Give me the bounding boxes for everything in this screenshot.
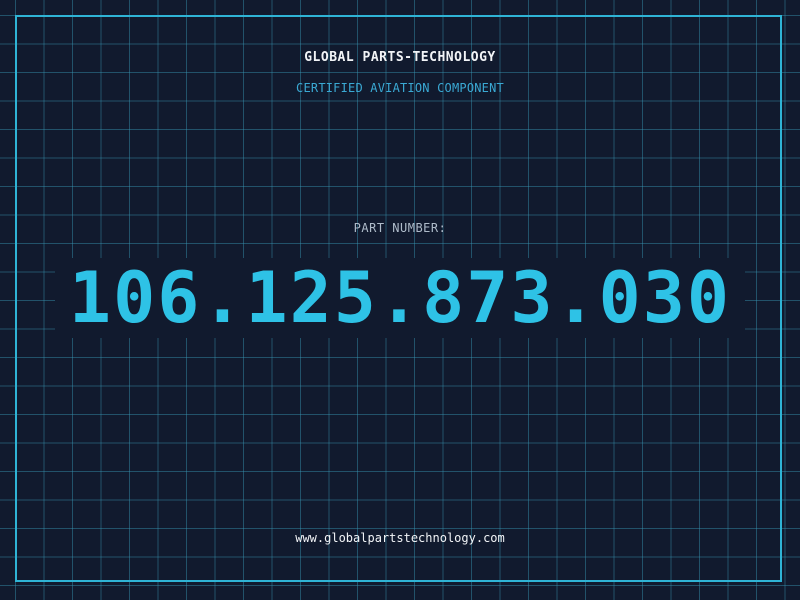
label-canvas: GLOBAL PARTS-TECHNOLOGY CERTIFIED AVIATI… (0, 0, 800, 600)
website-url: www.globalpartstechnology.com (295, 531, 505, 545)
part-number-label: PART NUMBER: (353, 221, 447, 235)
company-name: GLOBAL PARTS-TECHNOLOGY (304, 50, 496, 65)
part-number-value: 106.125.873.030 (68, 257, 732, 339)
certification-tagline: CERTIFIED AVIATION COMPONENT (296, 81, 504, 95)
